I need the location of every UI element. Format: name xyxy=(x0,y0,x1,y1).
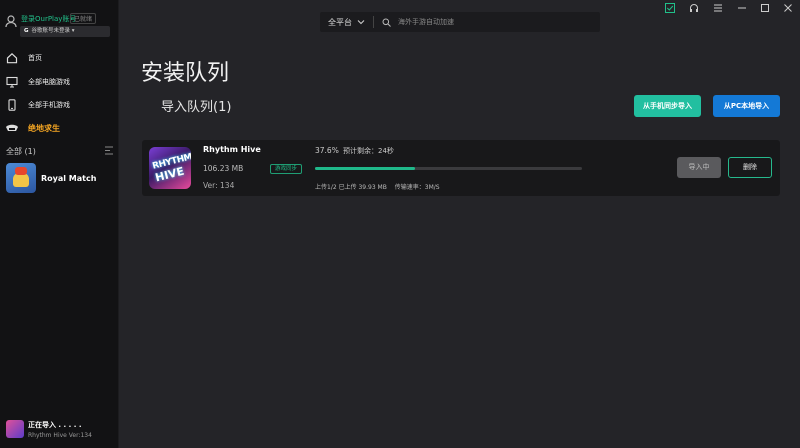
importing-status[interactable]: 正在导入 . . . . . Rhythm Hive Ver:134 xyxy=(6,420,116,442)
importing-subtitle: Rhythm Hive Ver:134 xyxy=(28,432,92,439)
google-account-pill[interactable]: G 谷歌账号未登录 ▾ xyxy=(20,26,110,37)
platform-dropdown[interactable]: 全平台 xyxy=(328,17,352,28)
time-remaining: 预计剩余：24秒 xyxy=(343,147,394,155)
sidebar-item-mobile-games[interactable]: 全部手机游戏 xyxy=(0,95,119,115)
divider xyxy=(373,16,374,28)
pubg-icon xyxy=(6,124,18,131)
menu-icon[interactable] xyxy=(707,0,729,16)
account-panel[interactable]: 登录OurPlay账号 已就绪 G 谷歌账号未登录 ▾ xyxy=(4,12,116,42)
google-icon: G xyxy=(24,28,29,34)
royal-match-icon xyxy=(6,163,36,193)
all-games-count: 全部 (1) xyxy=(6,147,36,156)
headset-icon[interactable] xyxy=(683,0,705,16)
game-item-royal-match[interactable]: Royal Match xyxy=(6,163,116,193)
sidebar-item-pc-games[interactable]: 全部电脑游戏 xyxy=(0,72,119,92)
rhythm-hive-icon: RHYTHM HIVE xyxy=(149,147,191,189)
page-title: 安装队列 xyxy=(141,61,230,86)
close-icon[interactable] xyxy=(777,0,799,16)
file-size: 106.23 MB xyxy=(203,164,244,173)
sync-from-phone-button[interactable]: 从手机同步导入 xyxy=(634,95,701,117)
sort-icon[interactable] xyxy=(104,146,114,155)
rhythm-hive-mini-icon xyxy=(6,420,24,438)
progress-bar xyxy=(315,167,582,170)
sidebar-item-label: 全部电脑游戏 xyxy=(28,78,70,86)
importing-title: 正在导入 . . . . . xyxy=(28,421,82,429)
search-icon xyxy=(382,18,391,27)
chevron-down-icon: ▾ xyxy=(71,28,75,34)
status-tag: 已就绪 xyxy=(70,13,97,24)
chevron-down-icon[interactable] xyxy=(357,18,365,26)
game-name: Royal Match xyxy=(41,173,97,183)
sync-badge: 游戏同步 xyxy=(270,164,303,174)
app-window: 登录OurPlay账号 已就绪 G 谷歌账号未登录 ▾ 首页 全部电脑游戏 全部手… xyxy=(0,0,800,448)
home-icon xyxy=(6,52,18,64)
transfer-speed: 传输速率：3M/S xyxy=(394,184,440,191)
search-bar: 全平台 海外手游自动加速 xyxy=(320,12,600,32)
sidebar-item-label: 全部手机游戏 xyxy=(28,101,70,109)
sidebar: 登录OurPlay账号 已就绪 G 谷歌账号未登录 ▾ 首页 全部电脑游戏 全部手… xyxy=(0,0,119,448)
login-link[interactable]: 登录OurPlay账号 xyxy=(21,14,76,24)
sidebar-item-label: 首页 xyxy=(28,54,42,62)
avatar-icon xyxy=(5,15,17,28)
import-from-pc-button[interactable]: 从PC本地导入 xyxy=(713,95,780,117)
progress-percent: 37.6% xyxy=(315,146,339,155)
sidebar-item-home[interactable]: 首页 xyxy=(0,48,119,68)
main-content: 全平台 海外手游自动加速 安装队列 导入队列(1) 从手机同步导入 从PC本地导… xyxy=(119,0,800,448)
upload-status: 上传1/2 已上传 39.93 MB xyxy=(315,184,387,191)
sidebar-item-label: 绝地求生 xyxy=(28,123,60,133)
minimize-icon[interactable] xyxy=(731,0,753,16)
google-account-label: 谷歌账号未登录 xyxy=(31,28,71,34)
progress-fill xyxy=(315,167,416,170)
transfer-info: 上传1/2 已上传 39.93 MB 传输速率：3M/S xyxy=(315,182,446,191)
game-name: Rhythm Hive xyxy=(203,145,261,154)
importing-button[interactable]: 导入中 xyxy=(677,157,721,178)
phone-icon xyxy=(8,99,16,111)
section-title: 导入队列(1) xyxy=(161,100,232,115)
delete-button[interactable]: 删除 xyxy=(728,157,772,178)
queue-item: RHYTHM HIVE Rhythm Hive 106.23 MB 游戏同步 V… xyxy=(142,140,780,196)
search-input[interactable]: 海外手游自动加速 xyxy=(398,17,454,27)
version-label: Ver: 134 xyxy=(203,181,235,190)
sidebar-item-pubg[interactable]: 绝地求生 xyxy=(0,118,119,138)
monitor-icon xyxy=(6,76,18,88)
maximize-icon[interactable] xyxy=(754,0,776,16)
checkbox-icon[interactable] xyxy=(659,0,681,16)
